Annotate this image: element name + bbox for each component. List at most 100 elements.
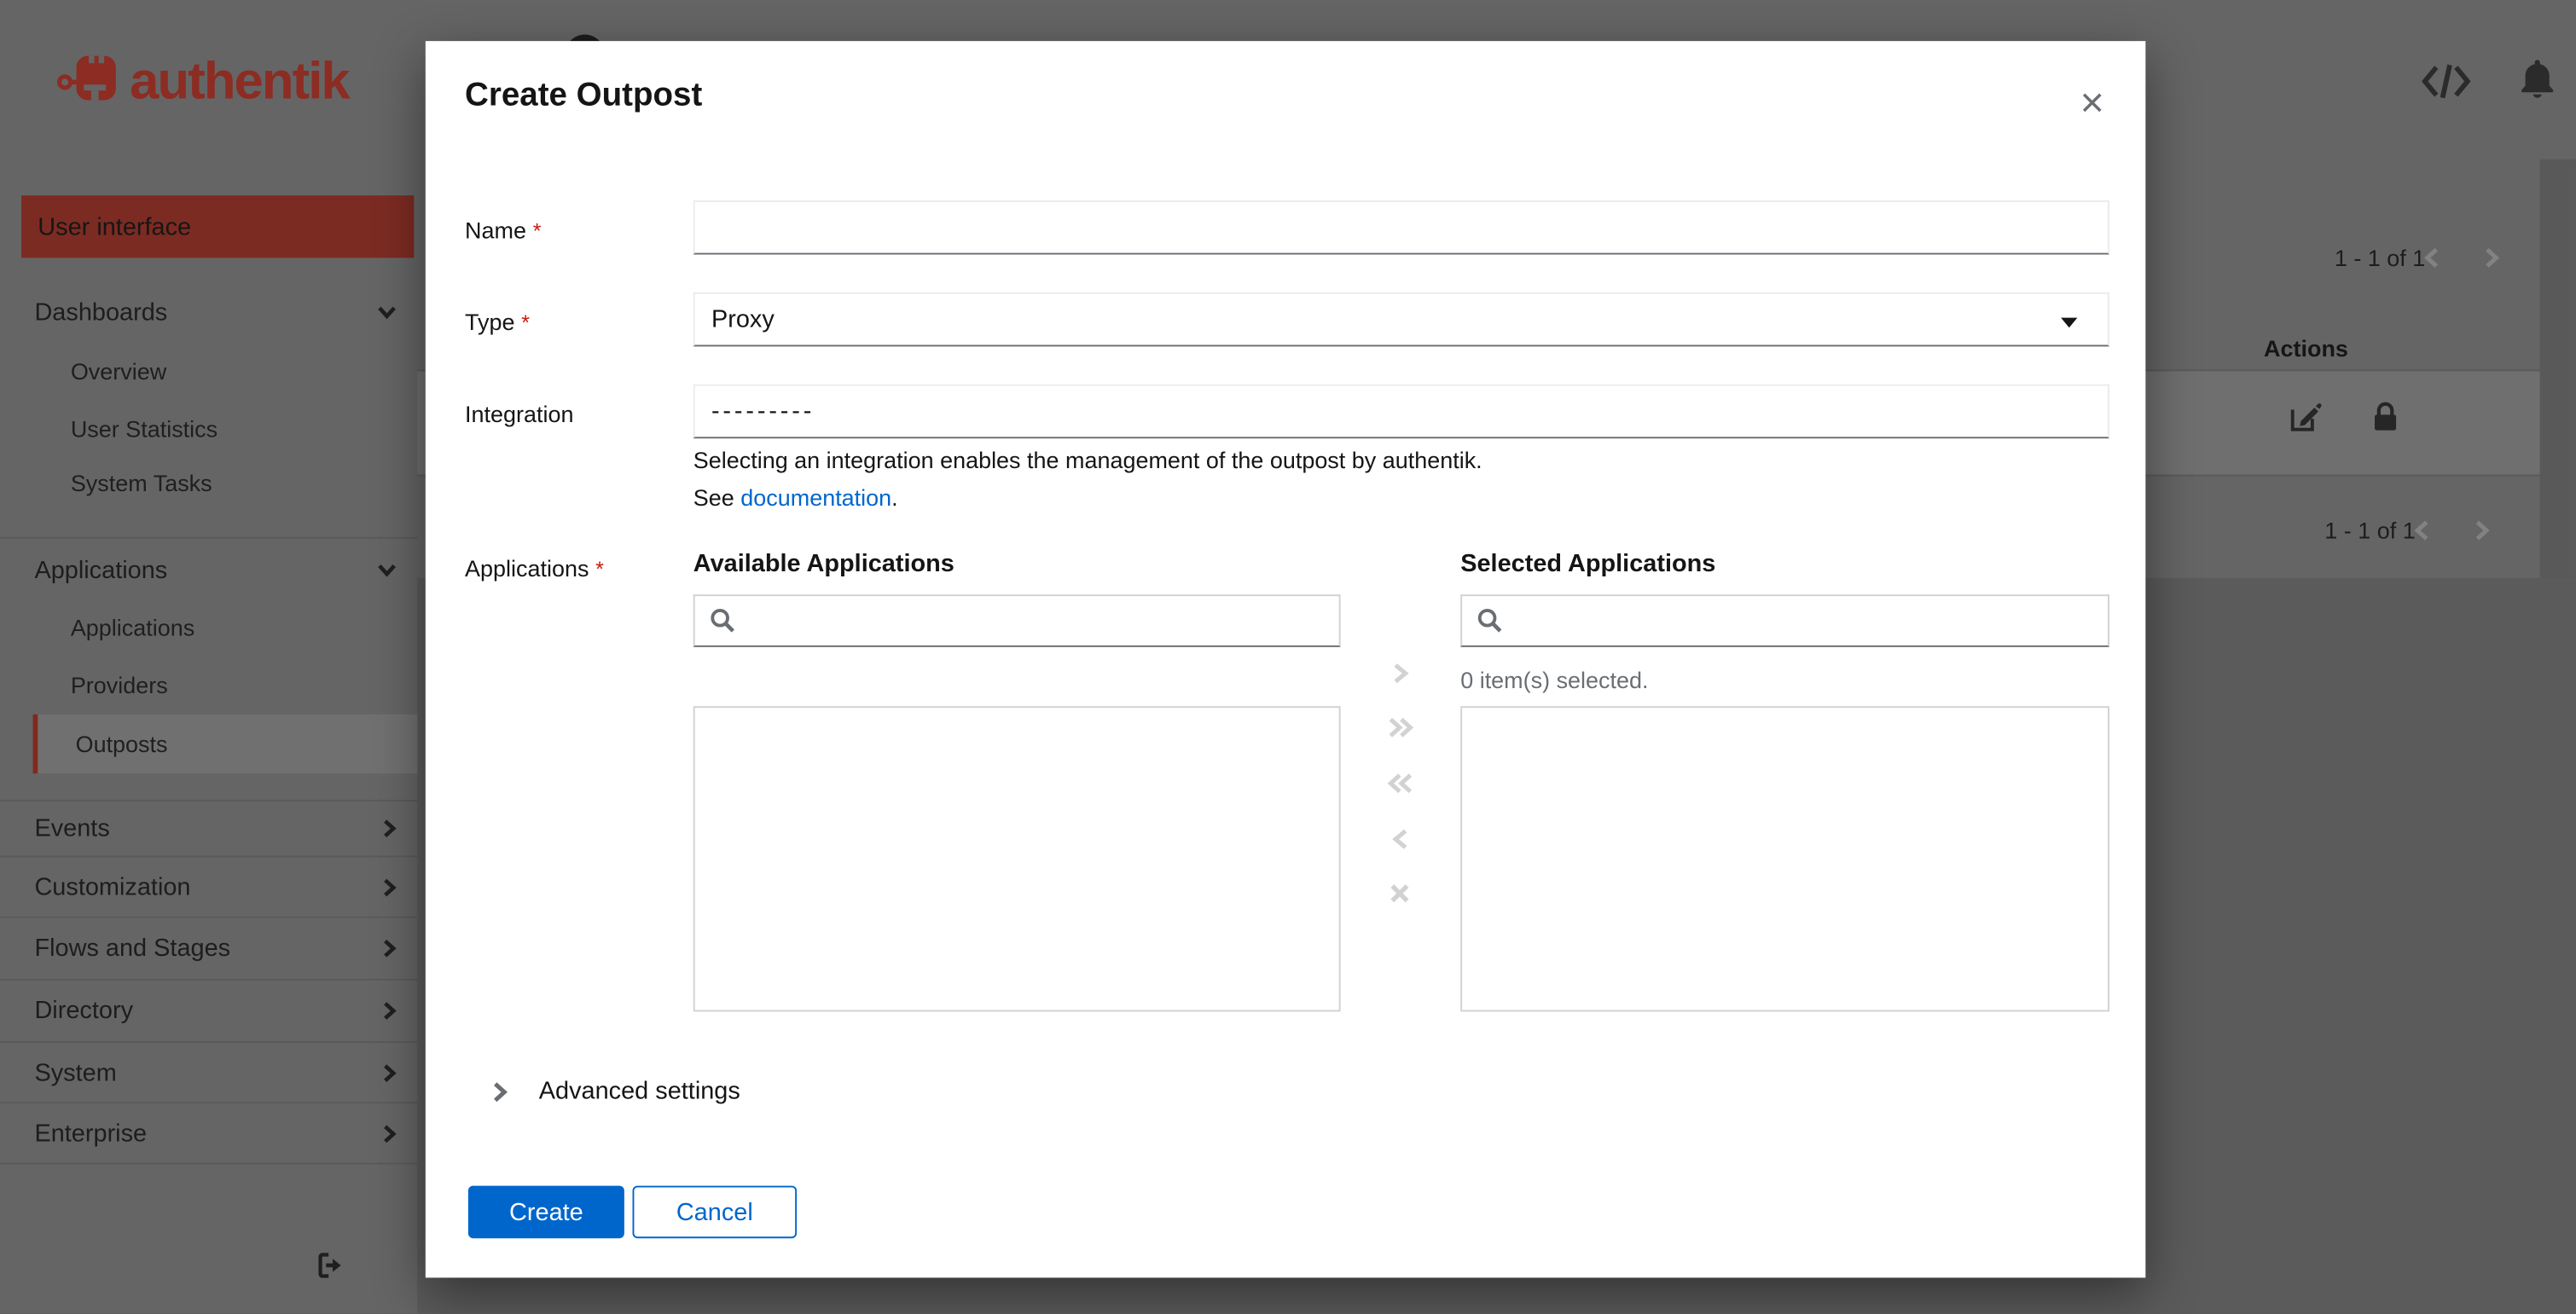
sidebar-group-system[interactable]: System (0, 1041, 418, 1102)
angle-double-right-icon (1388, 717, 1413, 738)
sidebar-group-label: Dashboards (34, 298, 168, 327)
applications-label: Applications * (465, 555, 693, 582)
sidebar-item-system-tasks[interactable]: System Tasks (0, 455, 417, 511)
search-icon (1477, 608, 1502, 633)
documentation-link[interactable]: documentation (740, 484, 891, 511)
applications-label-text: Applications (465, 554, 589, 582)
name-input[interactable] (711, 201, 2092, 253)
integration-help-text: Selecting an integration enables the man… (693, 446, 1482, 473)
clear-selection-button[interactable] (1382, 876, 1418, 912)
advanced-settings-toggle[interactable]: Advanced settings (493, 1077, 740, 1105)
sidebar-group-dashboards[interactable]: Dashboards (0, 282, 417, 343)
notifications-button[interactable] (2520, 59, 2554, 100)
sidebar-item-user-interface[interactable]: User interface (21, 195, 415, 258)
api-code-button[interactable] (2422, 62, 2471, 100)
selected-count-text: 0 item(s) selected. (1460, 666, 1649, 693)
chevron-right-icon (384, 1002, 397, 1020)
selected-search-wrap (1460, 594, 2109, 647)
close-icon (2081, 92, 2101, 112)
move-selected-left-button[interactable] (1382, 821, 1418, 857)
move-all-left-button[interactable] (1382, 766, 1418, 802)
sidebar-group-customization[interactable]: Customization (0, 855, 418, 916)
required-asterisk: * (521, 310, 530, 335)
cancel-button-label: Cancel (676, 1198, 753, 1226)
sidebar-item-user-statistics[interactable]: User Statistics (0, 401, 417, 456)
app-root: 1 - 1 of 1 Actions 1 - 1 of 1 authentik … (0, 0, 2576, 1314)
page-right-gutter (2539, 159, 2576, 578)
chevron-right-icon (384, 939, 397, 958)
chevron-left-icon (2423, 247, 2438, 268)
sidebar-group-directory[interactable]: Directory (0, 978, 418, 1041)
integration-select[interactable]: --------- (693, 384, 2109, 439)
sidebar-group-label: Enterprise (34, 1119, 148, 1148)
create-button-label: Create (509, 1198, 583, 1226)
required-asterisk: * (595, 556, 604, 582)
sidebar-group-enterprise[interactable]: Enterprise (0, 1102, 418, 1162)
available-applications-listbox[interactable] (693, 706, 1341, 1012)
sidebar: authentik User interface Dashboards Over… (0, 0, 418, 1314)
pagination-next-button[interactable] (2482, 246, 2502, 269)
times-icon (1390, 884, 1409, 903)
advanced-settings-label: Advanced settings (538, 1077, 740, 1106)
chevron-right-icon (2486, 247, 2500, 268)
selected-applications-listbox[interactable] (1460, 706, 2109, 1012)
sidebar-item-overview[interactable]: Overview (0, 344, 417, 399)
sidebar-group-label: System (34, 1058, 117, 1087)
edit-icon (2290, 403, 2322, 431)
sidebar-item-label: System Tasks (70, 469, 212, 496)
integration-doc-line: See documentation. (693, 484, 898, 511)
available-applications-title: Available Applications (693, 550, 954, 578)
sidebar-group-flows-and-stages[interactable]: Flows and Stages (0, 916, 418, 979)
actions-column-header: Actions (2264, 334, 2348, 362)
angle-double-left-icon (1386, 773, 1412, 794)
chevron-right-icon (384, 1124, 397, 1143)
move-selected-right-button[interactable] (1382, 655, 1418, 691)
type-label: Type * (465, 309, 693, 335)
angle-right-icon (1393, 663, 1408, 684)
app-logo[interactable]: authentik (55, 43, 351, 119)
pagination-prev-button[interactable] (2422, 246, 2441, 269)
sidebar-group-label: Directory (34, 997, 134, 1025)
type-select-value: Proxy (711, 305, 775, 333)
caret-down-icon (2060, 317, 2078, 328)
type-select[interactable]: Proxy (693, 292, 2109, 347)
type-label-text: Type (465, 309, 515, 335)
chevron-right-icon (384, 1063, 397, 1082)
modal-title: Create Outpost (465, 77, 703, 113)
pagination-prev-button-bottom[interactable] (2411, 519, 2431, 542)
sign-out-icon (318, 1253, 341, 1278)
sidebar-item-applications[interactable]: Applications (0, 599, 417, 655)
selected-applications-title: Selected Applications (1460, 550, 1716, 578)
period-text: . (891, 484, 898, 511)
selected-search-input[interactable] (1516, 596, 2093, 645)
cancel-button[interactable]: Cancel (632, 1185, 798, 1239)
move-all-right-button[interactable] (1382, 709, 1418, 745)
chevron-right-icon (2475, 520, 2490, 541)
available-search-wrap (693, 594, 1341, 647)
sidebar-group-applications[interactable]: Applications (0, 541, 417, 601)
chevron-down-icon (378, 564, 396, 577)
name-label: Name * (465, 217, 693, 243)
edit-button[interactable] (2290, 402, 2322, 432)
sidebar-item-label: Providers (70, 671, 168, 698)
logout-button[interactable] (317, 1252, 345, 1280)
pagination-next-button-bottom[interactable] (2473, 519, 2492, 542)
sidebar-item-providers[interactable]: Providers (0, 657, 417, 712)
bell-icon (2521, 60, 2554, 98)
sidebar-item-outposts[interactable]: Outposts (32, 714, 418, 774)
authentik-logo-icon (57, 55, 116, 101)
lock-button[interactable] (2372, 401, 2399, 432)
sidebar-group-events[interactable]: Events (0, 799, 418, 855)
close-button[interactable] (2076, 87, 2106, 117)
available-search-input[interactable] (749, 596, 1325, 645)
code-icon (2422, 64, 2471, 99)
create-button[interactable]: Create (467, 1185, 624, 1239)
sidebar-item-label: User Statistics (70, 415, 218, 443)
name-field-wrap (693, 200, 2109, 255)
see-text: See (693, 484, 741, 511)
sidebar-item-label: Outposts (75, 731, 168, 757)
integration-select-value: --------- (711, 397, 815, 425)
lock-icon (2375, 402, 2397, 431)
angle-left-icon (1391, 829, 1407, 849)
sidebar-divider (0, 536, 418, 539)
